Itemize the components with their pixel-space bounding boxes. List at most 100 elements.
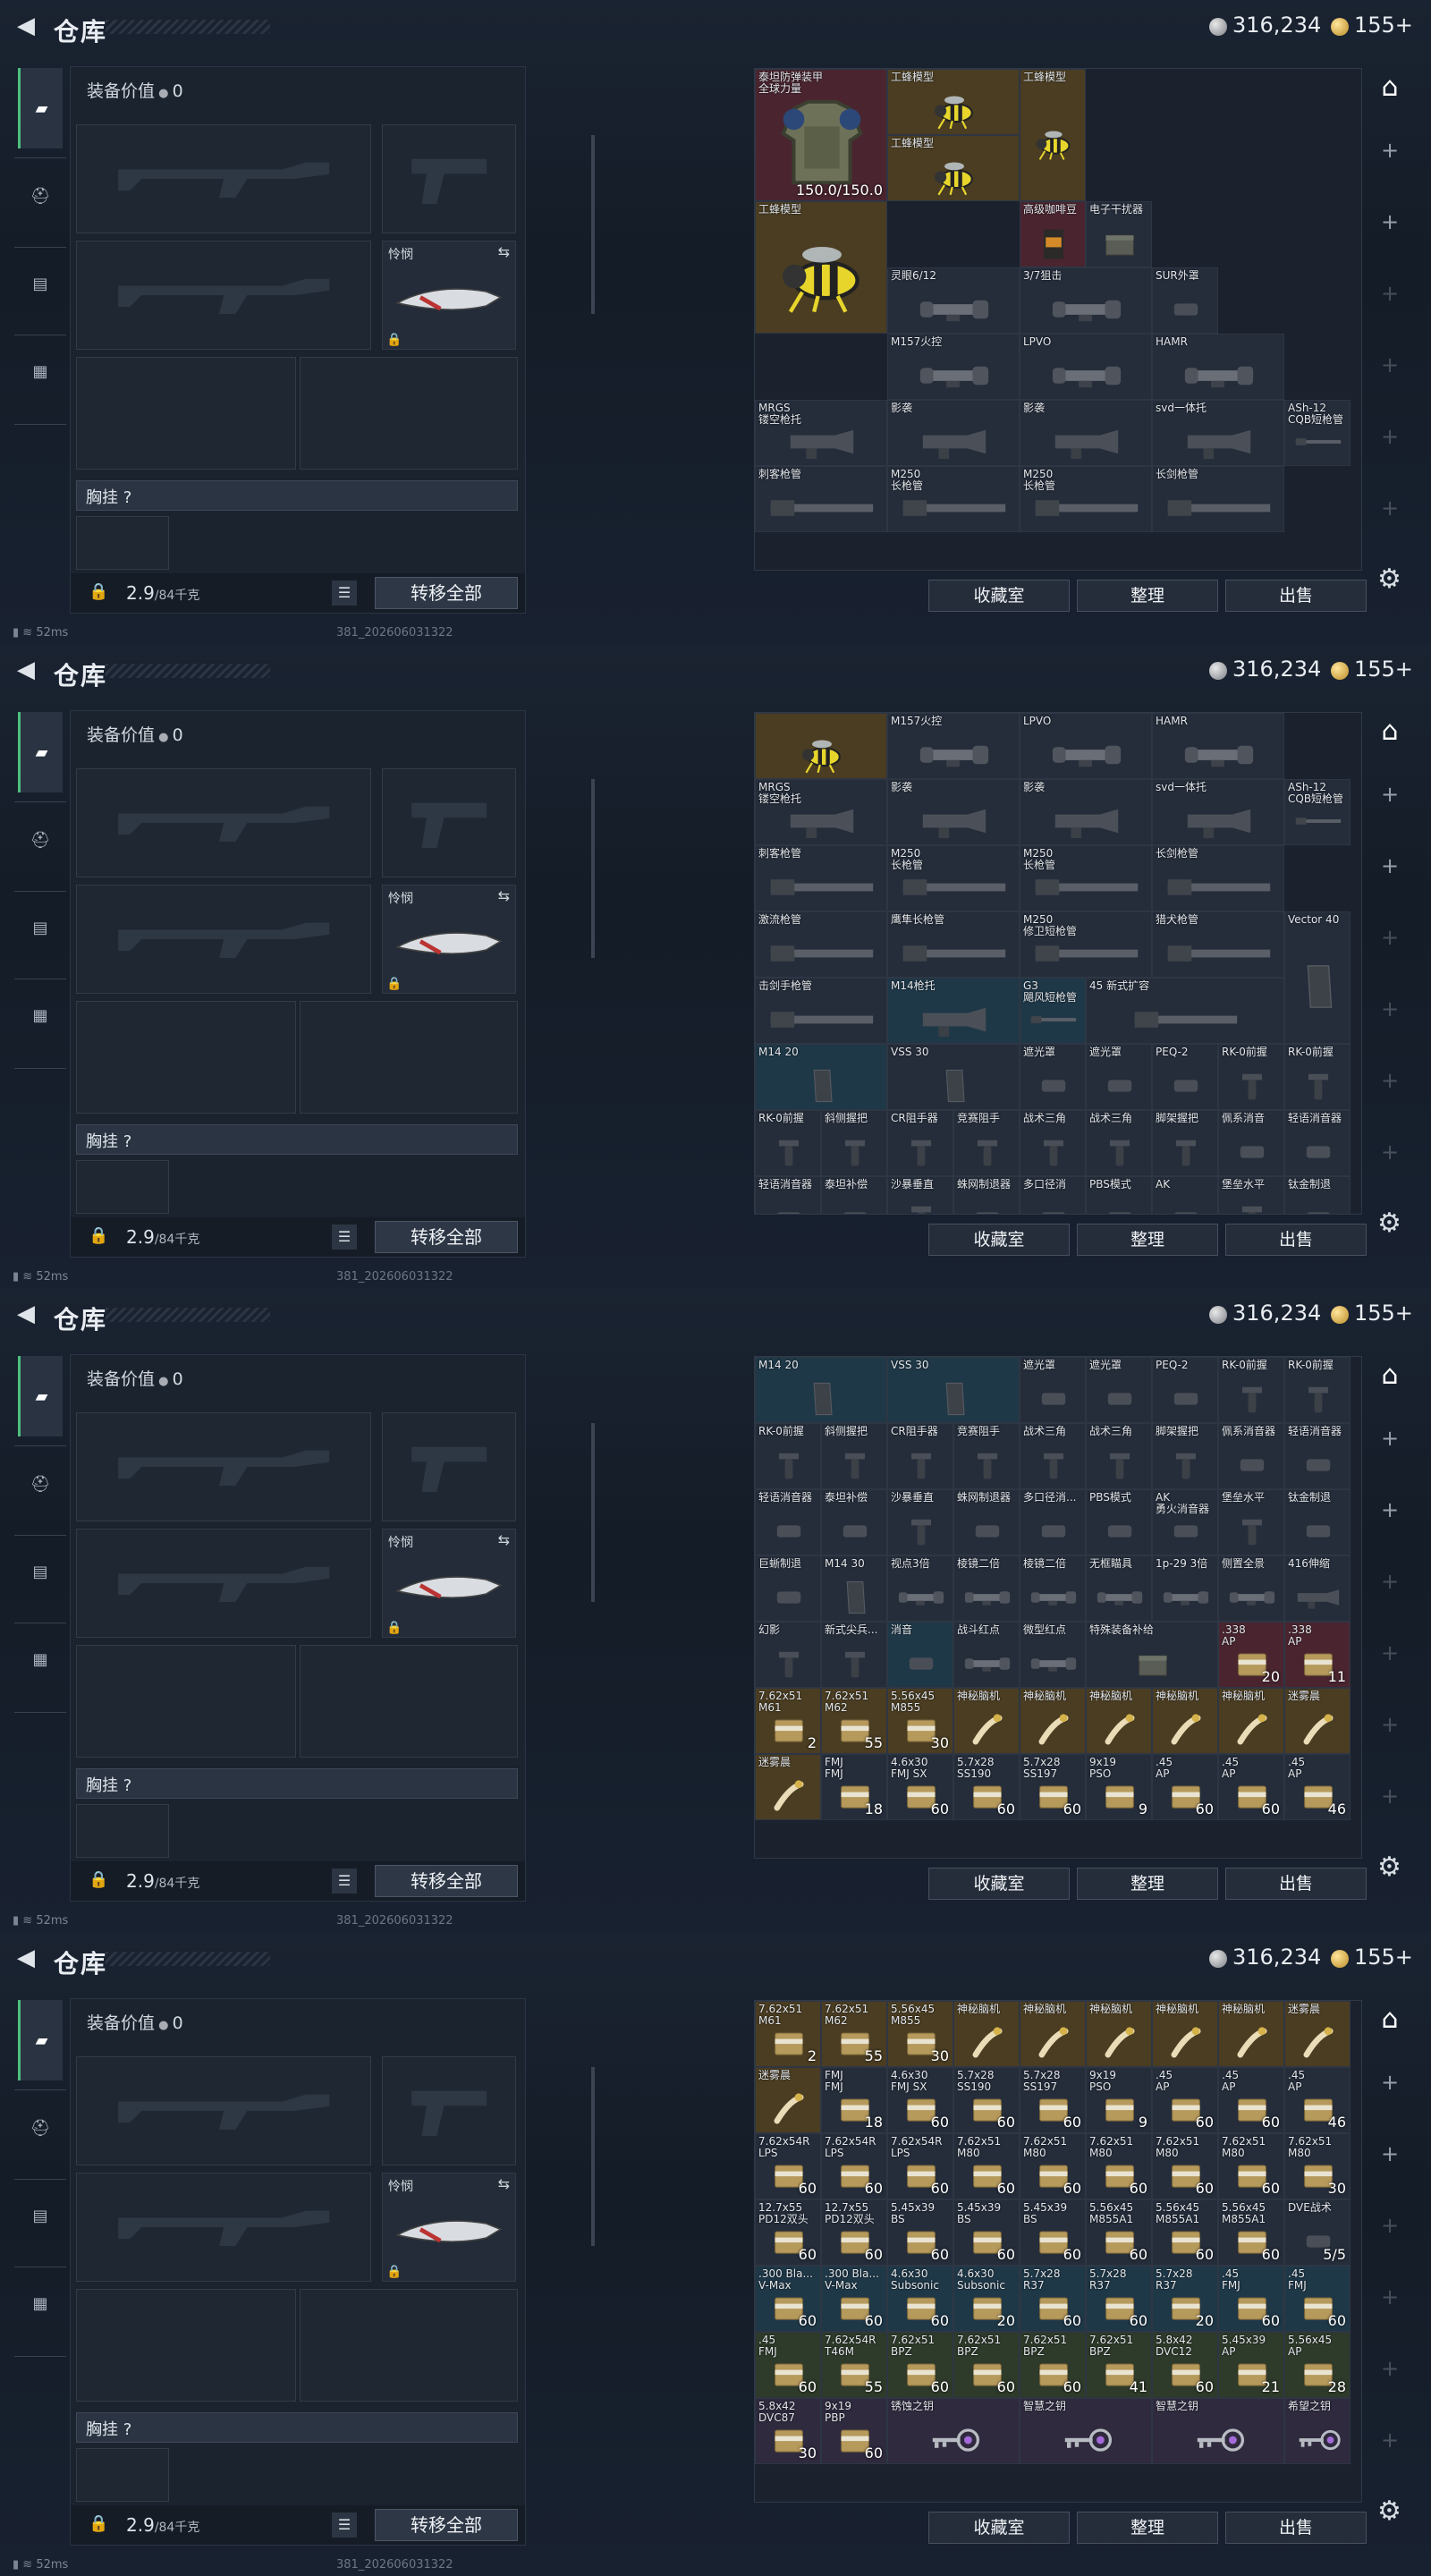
chest-rig-slot[interactable]	[76, 1804, 169, 1858]
inventory-item[interactable]: 影袭	[887, 400, 1020, 466]
move-all-button[interactable]: 转移全部	[375, 2509, 518, 2541]
add-container-icon[interactable]: +	[1370, 2134, 1410, 2174]
primary-weapon-slot[interactable]	[76, 768, 371, 877]
primary-weapon-slot[interactable]	[76, 124, 371, 233]
add-container-icon[interactable]: +	[1370, 2420, 1410, 2460]
inventory-item[interactable]: 5.56x45 AP 28	[1284, 2332, 1351, 2398]
collection-button[interactable]: 收藏室	[928, 1868, 1070, 1900]
inventory-item[interactable]: 7.62x54R LPS 60	[755, 2133, 821, 2199]
inventory-item[interactable]: 7.62x51 M80 30	[1284, 2133, 1351, 2199]
add-container-icon[interactable]: +	[1370, 1705, 1410, 1744]
list-icon[interactable]: ☰	[332, 1224, 357, 1250]
inventory-item[interactable]: M250 长枪管	[887, 845, 1020, 911]
equipment-scrollbar[interactable]	[591, 135, 595, 314]
inventory-item[interactable]: 迷雾晨	[755, 1754, 821, 1820]
primary-weapon-slot[interactable]	[76, 1412, 371, 1521]
weapon-tab[interactable]: ▰	[18, 2000, 63, 2080]
back-arrow-icon[interactable]: ◀	[13, 13, 39, 39]
inventory-item[interactable]: .45 FMJ 60	[1284, 2266, 1351, 2332]
inventory-item[interactable]: .45 FMJ 60	[1218, 2266, 1284, 2332]
inventory-item[interactable]: AK 勇火消音器	[1152, 1489, 1218, 1555]
inventory-item[interactable]: 5.56x45 M855 30	[887, 2001, 953, 2067]
inventory-item[interactable]: 神秘脑机	[953, 1688, 1020, 1754]
inventory-item[interactable]: M14 20	[755, 1357, 887, 1423]
inventory-item[interactable]: 5.45x39 BS 60	[953, 2199, 1020, 2266]
inventory-item[interactable]: .45 AP 60	[1218, 1754, 1284, 1820]
add-container-icon[interactable]: +	[1370, 131, 1410, 170]
inventory-item[interactable]: FMJ FMJ 18	[821, 1754, 887, 1820]
inventory-item[interactable]	[755, 713, 887, 779]
inventory-item[interactable]: 竞赛阻手	[953, 1423, 1020, 1489]
backpack-tab[interactable]: ▤	[18, 261, 63, 306]
inventory-item[interactable]: 战术三角	[1020, 1110, 1086, 1176]
inventory-item[interactable]: 4.6x30 Subsonic 20	[953, 2266, 1020, 2332]
inventory-item[interactable]: ASh-12 CQB短枪管	[1284, 779, 1351, 845]
inventory-item[interactable]: 长剑枪管	[1152, 466, 1284, 532]
inventory-item[interactable]: 9x19 PSO 9	[1086, 2067, 1152, 2133]
inventory-item[interactable]: 轻语消音器	[1284, 1110, 1351, 1176]
inventory-item[interactable]: 战术三角	[1086, 1423, 1152, 1489]
inventory-item[interactable]: 7.62x51 M61 2	[755, 1688, 821, 1754]
add-container-icon[interactable]: +	[1370, 2349, 1410, 2388]
melee-slot[interactable]: 怜悯 ⇆ 🔒	[382, 885, 516, 994]
inventory-item[interactable]: 7.62x51 BPZ 41	[1086, 2332, 1152, 2398]
inventory-item[interactable]: 猎犬枪管	[1152, 911, 1284, 978]
inventory-item[interactable]: PBS模式	[1086, 1489, 1152, 1555]
inventory-item[interactable]: 5.7x28 SS197 60	[1020, 2067, 1086, 2133]
inventory-item[interactable]: 神秘脑机	[1086, 1688, 1152, 1754]
inventory-item[interactable]: 击剑手枪管	[755, 978, 887, 1044]
inventory-item[interactable]: 5.56x45 M855A1 60	[1152, 2199, 1218, 2266]
inventory-item[interactable]: M250 长枪管	[1020, 466, 1152, 532]
inventory-item[interactable]: SUR外罩	[1152, 267, 1218, 334]
inventory-item[interactable]: FMJ FMJ 18	[821, 2067, 887, 2133]
primary-weapon-slot[interactable]	[76, 2056, 371, 2165]
chest-rig-slot[interactable]	[76, 2448, 169, 2502]
inventory-item[interactable]: 9x19 PBP 60	[821, 2398, 887, 2464]
inventory-item[interactable]: 棱镜二倍	[1020, 1555, 1086, 1622]
inventory-item[interactable]: 9x19 PSO 9	[1086, 1754, 1152, 1820]
move-all-button[interactable]: 转移全部	[375, 1865, 518, 1897]
inventory-item[interactable]: M250 修卫短枪管	[1020, 911, 1152, 978]
melee-slot[interactable]: 怜悯 ⇆ 🔒	[382, 1529, 516, 1638]
inventory-item[interactable]: 脚架握把	[1152, 1110, 1218, 1176]
inventory-item[interactable]: 战术三角	[1086, 1110, 1152, 1176]
inventory-item[interactable]: 锈蚀之钥	[887, 2398, 1020, 2464]
gold-amount[interactable]: 155+	[1354, 13, 1413, 38]
chest-rig-header[interactable]: 胸挂 ?	[76, 2412, 518, 2443]
sell-button[interactable]: 出售	[1225, 1224, 1367, 1256]
inventory-item[interactable]: 电子干扰器	[1086, 201, 1152, 267]
inventory-item[interactable]: 5.7x28 SS190 60	[953, 1754, 1020, 1820]
add-container-icon[interactable]: +	[1370, 1132, 1410, 1172]
helmet-tab[interactable]: ⛑	[18, 2106, 63, 2150]
inventory-item[interactable]: DVE战术 5/5	[1284, 2199, 1351, 2266]
inventory-item[interactable]: 斜侧握把	[821, 1110, 887, 1176]
inventory-item[interactable]: 神秘脑机	[1218, 1688, 1284, 1754]
chest-rig-slot[interactable]	[76, 1160, 169, 1214]
list-icon[interactable]: ☰	[332, 1868, 357, 1894]
back-arrow-icon[interactable]: ◀	[13, 1301, 39, 1327]
inventory-item[interactable]: 轻语消音器	[1284, 1423, 1351, 1489]
inventory-item[interactable]: 神秘脑机	[1152, 2001, 1218, 2067]
inventory-item[interactable]: 7.62x51 M80 60	[953, 2133, 1020, 2199]
inventory-item[interactable]: RK-0前握	[1284, 1044, 1351, 1110]
inventory-item[interactable]: .45 AP 60	[1152, 2067, 1218, 2133]
inventory-item[interactable]: 遮光罩	[1086, 1357, 1152, 1423]
helmet-tab[interactable]: ⛑	[18, 1462, 63, 1506]
melee-slot[interactable]: 怜悯 ⇆ 🔒	[382, 2173, 516, 2282]
sell-button[interactable]: 出售	[1225, 580, 1367, 612]
add-container-icon[interactable]: +	[1370, 775, 1410, 814]
inventory-item[interactable]: 遮光罩	[1020, 1044, 1086, 1110]
inventory-item[interactable]: 7.62x54R T46M 55	[821, 2332, 887, 2398]
inventory-item[interactable]: 蛛网制退器	[953, 1489, 1020, 1555]
inventory-item[interactable]: 7.62x51 BPZ 60	[887, 2332, 953, 2398]
inventory-item[interactable]: 7.62x51 M80 60	[1086, 2133, 1152, 2199]
inventory-item[interactable]: 7.62x51 M80 60	[1020, 2133, 1086, 2199]
inventory-item[interactable]: M250 长枪管	[1020, 845, 1152, 911]
inventory-item[interactable]: 神秘脑机	[1152, 1688, 1218, 1754]
inventory-item[interactable]: 竞赛阻手	[953, 1110, 1020, 1176]
case-tab[interactable]: ▦	[18, 1637, 63, 1682]
inventory-item[interactable]: ASh-12 CQB短枪管	[1284, 400, 1351, 466]
inventory-item[interactable]: 堡垒水平	[1218, 1176, 1284, 1214]
secondary-weapon-slot[interactable]	[76, 1529, 371, 1638]
inventory-item[interactable]: 刺客枪管	[755, 466, 887, 532]
